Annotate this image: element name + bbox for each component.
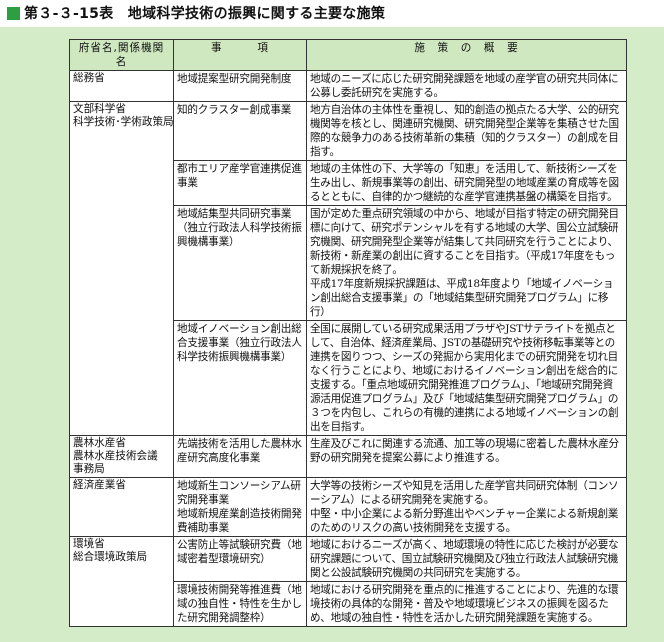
- header-summary: 施 策 の 概 要: [306, 39, 627, 71]
- summary-cell: 地域におけるニーズが高く、地域環境の特性に応じた検討が必要な研究課題について、国…: [306, 536, 627, 582]
- header-ministry: 府省名,関係機関名: [69, 39, 174, 71]
- summary-text: 全国に展開している研究成果活用プラザやJSTサテライトを拠点として、自治体、経済…: [310, 323, 619, 433]
- summary-cell: 国が定めた重点研究領域の中から、地域が目指す特定の研究開発目標に向けて、研究ポテ…: [306, 205, 627, 321]
- ministry-cell: 環境省 総合環境政策局: [69, 536, 174, 627]
- summary-text: 地域におけるニーズが高く、地域環境の特性に応じた検討が必要な研究課題について、国…: [310, 539, 619, 579]
- summary-cell: 地方自治体の主体性を重視し、知的創造の拠点たる大学、公的研究機関等を核とし、関連…: [306, 101, 627, 161]
- table-row: 環境省 総合環境政策局 公害防止等試験研究費（地域密着型環境研究） 地域におけるニーズ…: [69, 536, 627, 627]
- ministry-cell: 総務省: [69, 70, 174, 102]
- ministry-name: 環境省: [73, 538, 105, 550]
- table-frame: 府省名,関係機関名 事 項 施 策 の 概 要 総務省 地域提案型研究開発制度 地域…: [0, 27, 664, 642]
- policy-table: 府省名,関係機関名 事 項 施 策 の 概 要 総務省 地域提案型研究開発制度 地域…: [69, 39, 627, 627]
- table-row: 総務省 地域提案型研究開発制度 地域のニーズに応じた研究開発課題を地域の産学官の研究…: [69, 70, 627, 102]
- summary-cell: 大学等の技術シーズや知見を活用した産学官共同研究体制（コンソーシアム）による研究…: [306, 477, 627, 537]
- summary-cell: 地域における研究開発を重点的に推進することにより、先進的な環境技術の具体的な開発…: [306, 581, 627, 627]
- item-cell: 都市エリア産学官連携促進事業: [173, 160, 307, 206]
- ministry-cell: 農林水産省 農林水産技術会議 事務局: [69, 435, 174, 478]
- item-cell: 環境技術開発等推進費（地域の独自性・特性を生かした研究開発調整枠）: [173, 581, 307, 627]
- item-cell: 公害防止等試験研究費（地域密着型環境研究）: [173, 536, 307, 582]
- summary-text: 地域のニーズに応じた研究開発課題を地域の産学官の研究共同体に公募し委託研究を実施…: [310, 73, 619, 99]
- table-header-row: 府省名,関係機関名 事 項 施 策 の 概 要: [69, 39, 627, 71]
- summary-text: 国が定めた重点研究領域の中から、地域が目指す特定の研究開発目標に向けて、研究ポテ…: [310, 208, 619, 276]
- ministry-name: 総合環境政策局: [73, 551, 148, 563]
- summary-cell: 地域のニーズに応じた研究開発課題を地域の産学官の研究共同体に公募し委託研究を実施…: [306, 70, 627, 102]
- item-cell: 地域結集型共同研究事業（独立行政法人科学技術振興機構事業）: [173, 205, 307, 321]
- ministry-name: 科学技術･学術政策局: [73, 116, 174, 128]
- ministry-cell: 経済産業省: [69, 477, 174, 537]
- table-row: 経済産業省 地域新生コンソーシアム研究開発事業 地域新規産業創造技術開発費補助事業…: [69, 477, 627, 537]
- summary-text: 地方自治体の主体性を重視し、知的創造の拠点たる大学、公的研究機関等を核とし、関連…: [310, 104, 619, 158]
- ministry-name: 文部科学省: [73, 103, 126, 115]
- ministry-name: 農林水産技術会議: [73, 450, 158, 462]
- item-cell: 知的クラスター創成事業: [173, 101, 307, 161]
- summary-cell: 全国に展開している研究成果活用プラザやJSTサテライトを拠点として、自治体、経済…: [306, 320, 627, 436]
- summary-text: 大学等の技術シーズや知見を活用した産学官共同研究体制（コンソーシアム）による研究…: [310, 480, 619, 506]
- item-cell: 地域提案型研究開発制度: [173, 70, 307, 102]
- summary-text: 地域における研究開発を重点的に推進することにより、先進的な環境技術の具体的な開発…: [310, 584, 619, 624]
- header-item: 事 項: [173, 39, 307, 71]
- item-cell: 先端技術を活用した農林水産研究高度化事業: [173, 435, 307, 478]
- title-square-icon: [7, 6, 20, 20]
- summary-cell: 地域の主体性の下、大学等の「知恵」を活用して、新技術シーズを生み出し、新規事業等…: [306, 160, 627, 206]
- ministry-cell: 文部科学省 科学技術･学術政策局: [69, 101, 174, 436]
- ministry-name: 経済産業省: [73, 479, 126, 491]
- table-row: 農林水産省 農林水産技術会議 事務局 先端技術を活用した農林水産研究高度化事業 生産及び…: [69, 435, 627, 478]
- summary-text: 中堅・中小企業による新分野進出やベンチャー企業による新規創業のためのリスクの高い…: [310, 508, 619, 534]
- table-title-bar: 第３-３-15表 地域科学技術の振興に関する主要な施策: [0, 0, 664, 26]
- ministry-name: 総務省: [73, 72, 105, 84]
- summary-text: 平成17年度新規採択課題は、平成18年度より「地域イノベーション創出総合支援事業…: [310, 278, 614, 318]
- table-title: 第３-３-15表 地域科学技術の振興に関する主要な施策: [24, 6, 386, 22]
- ministry-name: 農林水産省: [73, 437, 126, 449]
- summary-cell: 生産及びこれに関連する流通、加工等の現場に密着した農林水産分野の研究開発を提案公…: [306, 435, 627, 478]
- summary-text: 生産及びこれに関連する流通、加工等の現場に密着した農林水産分野の研究開発を提案公…: [310, 438, 619, 464]
- item-cell: 地域新生コンソーシアム研究開発事業 地域新規産業創造技術開発費補助事業: [173, 477, 307, 537]
- table-row: 文部科学省 科学技術･学術政策局 知的クラスター創成事業 地方自治体の主体性を重視し、…: [69, 101, 627, 436]
- item-cell: 地域イノベーション創出総合支援事業（独立行政法人科学技術振興機構事業）: [173, 320, 307, 436]
- summary-text: 地域の主体性の下、大学等の「知恵」を活用して、新技術シーズを生み出し、新規事業等…: [310, 163, 619, 203]
- ministry-name: 事務局: [73, 463, 105, 475]
